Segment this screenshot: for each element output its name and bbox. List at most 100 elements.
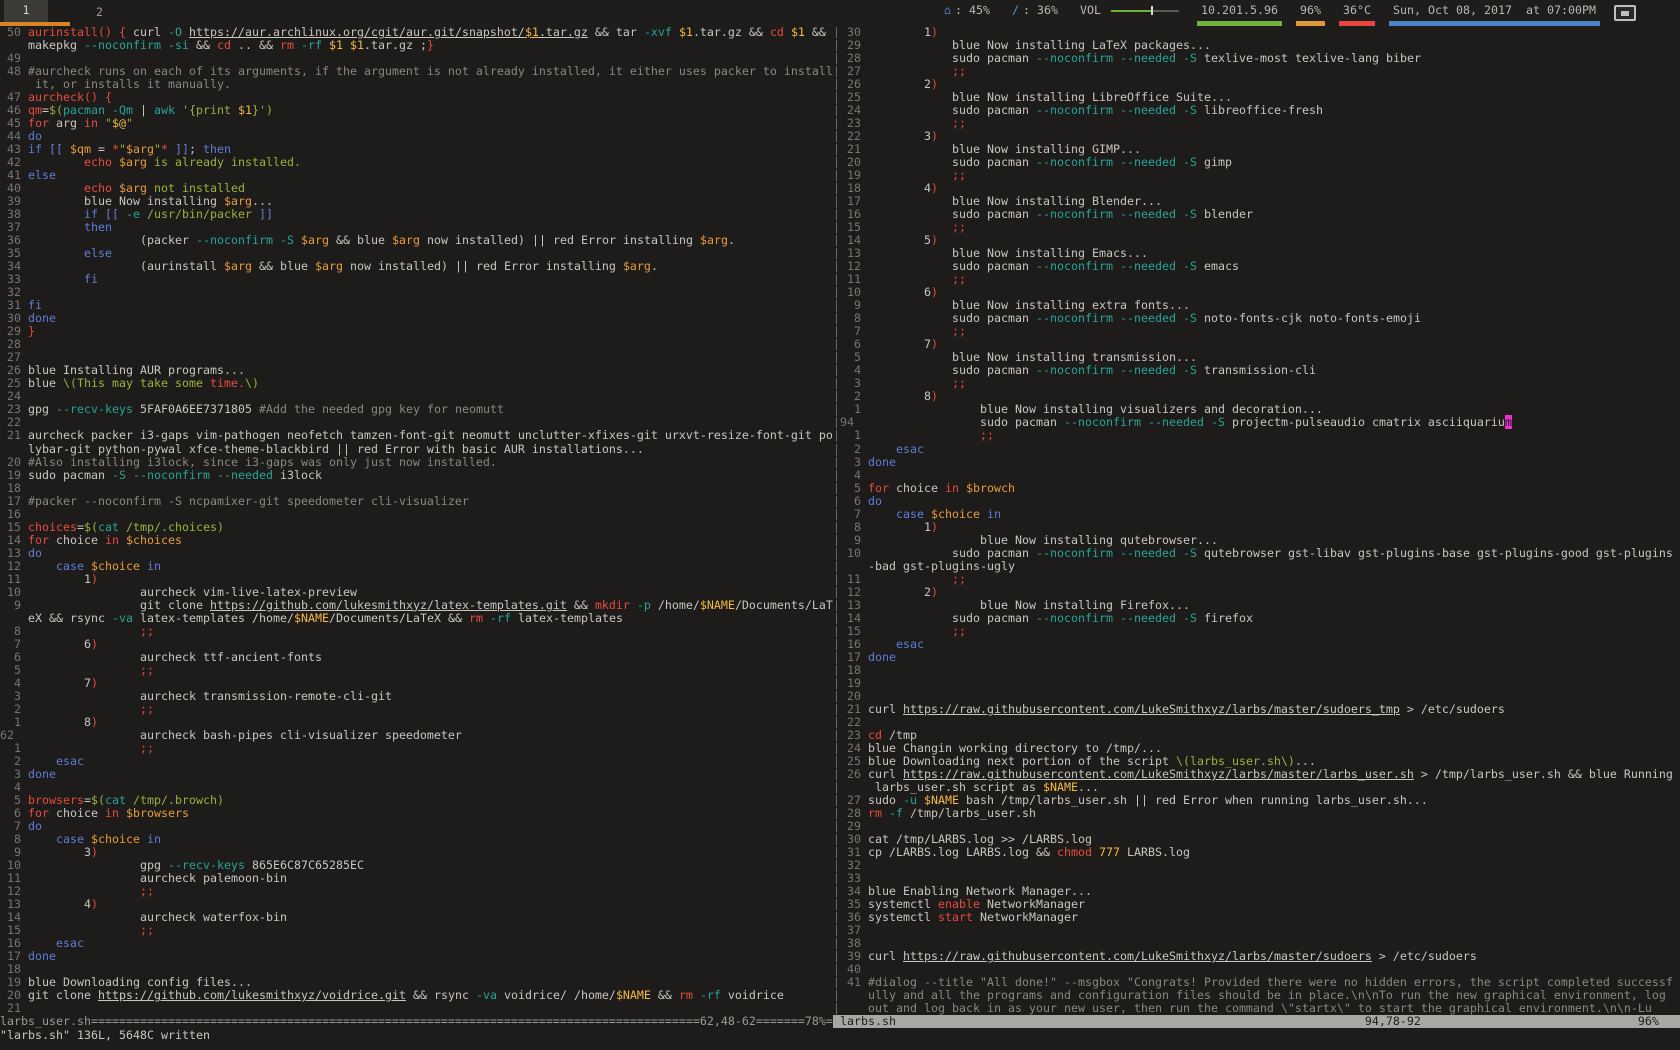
code-token: NetworkManager	[980, 897, 1085, 911]
code-token: blue Installing AUR programs...	[28, 363, 245, 377]
code-token	[28, 220, 84, 234]
code-token	[294, 233, 301, 247]
line-number: 13	[0, 897, 28, 911]
code-token: in	[945, 481, 959, 495]
line-number: 2	[840, 442, 868, 456]
code-token: cat /tmp/LARBS.log >> /LARBS.log	[868, 832, 1092, 846]
code-token: #aurcheck runs on each of its arguments,…	[28, 64, 833, 78]
code-line: 32	[840, 859, 1680, 872]
code-token: sudo pacman	[868, 155, 1036, 169]
code-token: /usr/bin/packer	[147, 207, 252, 221]
code-token: ]]	[259, 207, 273, 221]
code-line: 4 sudo pacman --noconfirm --needed -S tr…	[840, 364, 1680, 377]
code-token: ;;	[952, 324, 966, 338]
code-token: case	[56, 559, 84, 573]
code-token	[868, 324, 952, 338]
line-number: 8	[0, 832, 28, 846]
line-number: 28	[0, 337, 28, 351]
code-token: blue Changin working directory to /tmp/.…	[868, 741, 1162, 755]
line-number	[0, 38, 28, 52]
code-token: ...	[1078, 780, 1099, 794]
code-line: 15 ;;	[0, 924, 833, 937]
code-line: 8 ;;	[0, 625, 833, 638]
code-token: done	[28, 949, 56, 963]
code-token: --needed	[1120, 155, 1176, 169]
code-token: }'	[252, 103, 266, 117]
code-token: blue Now installing LaTeX packages...	[868, 38, 1211, 52]
code-token: --noconfirm	[1036, 103, 1113, 117]
code-line: 42 echo $arg is already installed.	[0, 156, 833, 169]
line-number: 39	[0, 194, 28, 208]
code-token	[119, 806, 126, 820]
code-token: in	[987, 507, 1001, 521]
code-token: && tar	[588, 26, 644, 39]
code-token: --needed	[1120, 259, 1176, 273]
code-token: https://raw.githubusercontent.com/LukeSm…	[903, 949, 1372, 963]
code-token: 3	[28, 845, 91, 859]
code-token	[868, 572, 952, 586]
topbar-gap	[1183, 0, 1197, 26]
status-temperature: 36°C	[1339, 0, 1375, 26]
code-token: 1	[28, 572, 91, 586]
code-token: ;;	[140, 663, 154, 677]
line-number: 1	[0, 715, 28, 729]
line-number: 20	[840, 155, 868, 169]
code-line: 15 ;;	[840, 625, 1680, 638]
root-usage-text: : 36%	[1023, 4, 1058, 17]
workspace-tag-1[interactable]: 1	[0, 0, 70, 26]
code-token: enable	[938, 897, 980, 911]
code-token: fi	[28, 298, 42, 312]
line-number: 1	[0, 741, 28, 755]
code-token: texlive-most texlive-lang biber	[1197, 51, 1421, 65]
code-token: blue Downloading config files...	[28, 975, 252, 989]
code-token	[98, 207, 105, 221]
line-number: 49	[0, 51, 28, 65]
line-number: 14	[840, 233, 868, 247]
code-token: --recv-keys	[168, 858, 245, 872]
code-token: emacs	[1197, 259, 1239, 273]
status-volume: VOL	[1076, 0, 1183, 26]
status-ip-address: 10.201.5.96	[1197, 0, 1282, 26]
code-token: makepkg	[28, 38, 84, 52]
line-number: 12	[0, 884, 28, 898]
code-token	[1176, 611, 1183, 625]
code-token: blender	[1197, 207, 1253, 221]
status-battery-percent: 96%	[1296, 0, 1325, 26]
line-number: 36	[0, 233, 28, 247]
line-number: 14	[0, 533, 28, 547]
line-number: 3	[840, 455, 868, 469]
code-token	[210, 468, 217, 482]
code-line: 12 ;;	[0, 885, 833, 898]
line-number: 40	[0, 181, 28, 195]
line-number: 5	[0, 793, 28, 807]
volume-slider[interactable]	[1111, 6, 1179, 16]
code-token: [[	[105, 207, 119, 221]
code-token: case	[56, 832, 84, 846]
code-token: blue	[28, 376, 63, 390]
editor-pane-larbs-user-sh[interactable]: 50 aurinstall() { curl -O https://aur.ar…	[0, 26, 833, 1016]
code-token: out and log back in as your new user, th…	[868, 1001, 1652, 1015]
home-usage-text: : 45%	[955, 4, 990, 17]
code-token: -bad gst-plugins-ugly	[868, 559, 1015, 573]
code-token: ;;	[952, 168, 966, 182]
code-line: 31 cp /LARBS.log LARBS.log && chmod 777 …	[840, 846, 1680, 859]
code-line: 6 for choice in $browsers	[0, 807, 833, 820]
code-line: 21	[0, 1002, 833, 1015]
code-token: "	[126, 116, 133, 130]
code-token: in	[147, 559, 161, 573]
code-token: 8	[868, 389, 931, 403]
code-token: --noconfirm	[196, 233, 273, 247]
code-token: &&	[651, 988, 679, 1002]
code-token: $browch	[966, 481, 1015, 495]
editor-pane-larbs-sh[interactable]: 30 1) 29 blue Now installing LaTeX packa…	[840, 26, 1680, 1016]
window-divider: | | | | | | | | | | | | | | | | | | | | …	[833, 26, 840, 1015]
code-token: 4	[868, 181, 931, 195]
code-token	[28, 702, 140, 716]
line-number: 6	[0, 650, 28, 664]
workspace-tag-2[interactable]: 2	[70, 0, 129, 26]
code-token: for	[28, 533, 49, 547]
code-line: 32	[0, 286, 833, 299]
code-token: --noconfirm	[1036, 207, 1113, 221]
code-token	[343, 38, 350, 52]
datetime-text: Sun, Oct 08, 2017 at 07:00PM	[1393, 4, 1596, 17]
